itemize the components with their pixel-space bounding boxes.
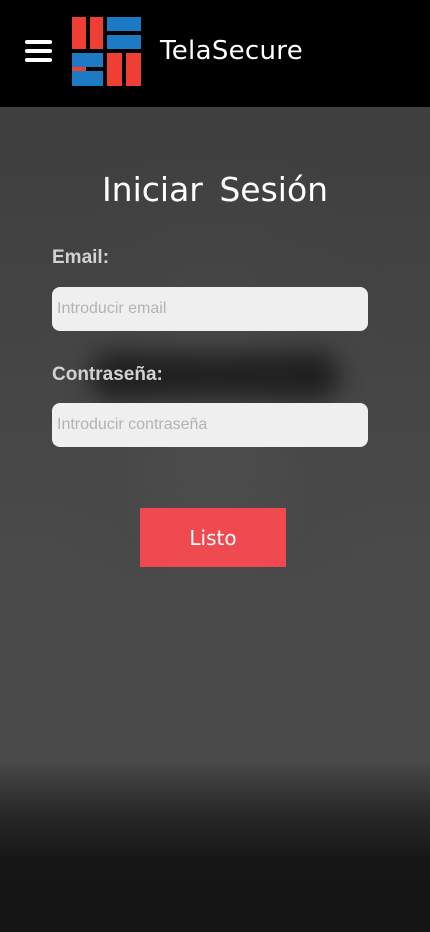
menu-bar-top — [25, 40, 52, 44]
top-header: TelaSecure — [0, 0, 430, 107]
menu-bar-bottom — [25, 58, 52, 62]
brand-name: TelaSecure — [160, 36, 304, 66]
password-label: Contraseña: — [52, 364, 163, 385]
hamburger-menu-icon[interactable] — [25, 38, 52, 64]
password-field[interactable] — [52, 403, 368, 447]
page-title: Iniciar Sesión — [101, 170, 329, 209]
email-label: Email: — [52, 247, 110, 268]
menu-bar-middle — [25, 49, 52, 53]
email-field[interactable] — [52, 287, 368, 331]
submit-button[interactable]: Listo — [140, 508, 286, 567]
telasecure-logo-icon — [72, 17, 141, 86]
